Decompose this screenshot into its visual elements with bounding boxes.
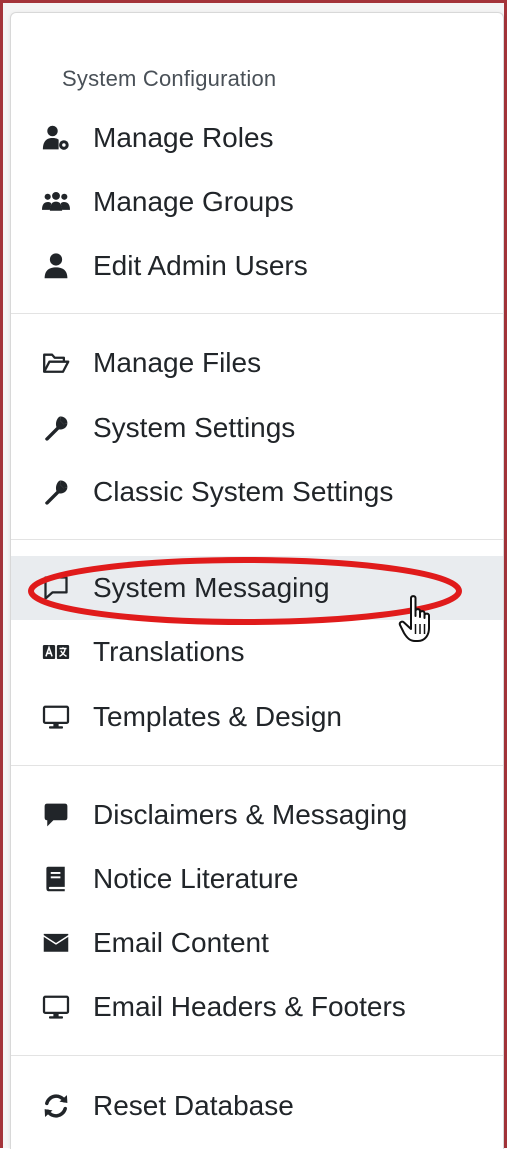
desktop-icon [41,992,71,1022]
menu-item-manage-roles[interactable]: Manage Roles [11,106,503,170]
menu-divider [11,313,503,314]
menu-item-label: Manage Files [93,347,262,378]
wrench-icon [41,413,71,443]
language-icon [41,637,71,667]
menu-item-email-headers-footers[interactable]: Email Headers & Footers [11,975,503,1039]
folder-open-icon [41,348,71,378]
menu-item-label: Edit Admin Users [93,250,308,281]
section-title: System Configuration [62,66,277,91]
menu-item-label: Disclaimers & Messaging [93,799,408,830]
menu-item-label: Manage Groups [93,186,294,217]
menu-item-reset-database[interactable]: Reset Database [11,1074,503,1138]
menu-item-edit-admin-users[interactable]: Edit Admin Users [11,234,503,298]
menu-item-email-content[interactable]: Email Content [11,911,503,975]
menu-item-templates-design[interactable]: Templates & Design [11,685,503,749]
book-icon [41,864,71,894]
menu-item-label: Templates & Design [93,701,343,732]
menu-divider [11,1055,503,1056]
menu-item-system-messaging[interactable]: System Messaging [11,556,503,620]
menu-item-label: System Settings [93,412,296,443]
user-icon [41,251,71,281]
users-cog-icon [41,123,71,153]
menu-item-label: Reset Database [93,1090,294,1121]
menu-item-label: System Messaging [93,572,330,603]
envelope-icon [41,928,71,958]
desktop-icon [41,702,71,732]
menu-item-notice-literature[interactable]: Notice Literature [11,847,503,911]
users-group-icon [41,187,71,217]
menu-item-translations[interactable]: Translations [11,620,503,684]
menu-item-classic-system-settings[interactable]: Classic System Settings [11,460,503,524]
sync-icon [41,1091,71,1121]
menu-item-disclaimers-messaging[interactable]: Disclaimers & Messaging [11,783,503,847]
menu-item-system-settings[interactable]: System Settings [11,396,503,460]
menu-divider [11,765,503,766]
menu-item-label: Email Content [93,927,269,958]
menu-item-label: Translations [93,636,245,667]
menu-item-label: Classic System Settings [93,476,394,507]
comment-icon [41,800,71,830]
wrench-icon [41,477,71,507]
menu-item-label: Notice Literature [93,863,299,894]
menu-item-manage-groups[interactable]: Manage Groups [11,170,503,234]
menu-item-label: Manage Roles [93,122,274,153]
menu-item-label: Email Headers & Footers [93,991,406,1022]
system-configuration-dropdown-menu: System Configuration Manage Roles Manage [10,12,504,1149]
comment-outline-icon [41,573,71,603]
menu-item-manage-files[interactable]: Manage Files [11,331,503,395]
menu-divider [11,539,503,540]
